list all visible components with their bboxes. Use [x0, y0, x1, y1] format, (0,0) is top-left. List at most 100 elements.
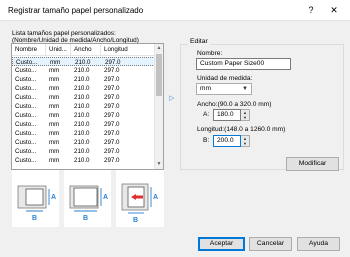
- list-item[interactable]: Custo... mm 210.0 297.0: [12, 75, 155, 84]
- list-scrollbar[interactable]: ▲ ▼: [154, 44, 163, 169]
- unit-select[interactable]: mm ▼: [196, 83, 252, 95]
- modify-button[interactable]: Modificar: [286, 157, 339, 171]
- spin-down-icon[interactable]: ▼: [241, 115, 249, 120]
- cell-length: 297.0: [104, 121, 120, 128]
- cell-width: 210.0: [74, 67, 90, 74]
- help-button[interactable]: Ayuda: [297, 237, 340, 251]
- cell-length: 297.0: [104, 76, 120, 83]
- cell-unit: mm: [49, 76, 60, 83]
- scroll-down-icon[interactable]: ▼: [155, 160, 163, 169]
- list-item[interactable]: Custo... mm 210.0 297.0: [12, 93, 155, 102]
- unit-select-value: mm: [200, 85, 211, 92]
- length-range-label: Longitud:(148.0 a 1260.0 mm): [197, 126, 286, 133]
- cell-name: Custo...: [15, 139, 37, 146]
- cell-name: Custo...: [15, 148, 37, 155]
- list-item[interactable]: Custo... mm 210.0 297.0: [12, 129, 155, 138]
- column-header-unit[interactable]: Unid...: [46, 44, 71, 56]
- column-header-width[interactable]: Ancho: [71, 44, 101, 56]
- cell-length: 297.0: [104, 130, 120, 137]
- cell-unit: mm: [49, 157, 60, 164]
- list-item[interactable]: Custo... mm 210.0 297.0: [12, 57, 155, 66]
- cell-name: Custo...: [15, 67, 37, 74]
- cell-name: Custo...: [15, 76, 37, 83]
- transfer-arrow-icon: ▷: [169, 95, 175, 102]
- edit-group-legend: Editar: [188, 38, 210, 45]
- cell-length: 297.0: [104, 157, 120, 164]
- cell-length: 297.0: [104, 85, 120, 92]
- unit-label: Unidad de medida:: [197, 75, 253, 82]
- cell-unit: mm: [49, 148, 60, 155]
- list-item[interactable]: Custo... mm 210.0 297.0: [12, 102, 155, 111]
- list-item[interactable]: Custo... mm 210.0 297.0: [12, 156, 155, 165]
- cell-unit: mm: [49, 130, 60, 137]
- spin-down-icon[interactable]: ▼: [241, 141, 249, 146]
- custom-size-list[interactable]: Nombre Unid... Ancho Longitud Custo... mm…: [11, 43, 164, 170]
- cell-name: Custo...: [15, 130, 37, 137]
- cell-length: 297.0: [104, 139, 120, 146]
- length-prefix-label: B:: [203, 137, 210, 144]
- cell-unit: mm: [49, 67, 60, 74]
- cell-width: 210.0: [74, 103, 90, 110]
- cell-name: Custo...: [15, 103, 37, 110]
- scroll-thumb[interactable]: [156, 54, 162, 96]
- width-prefix-label: A:: [203, 111, 210, 118]
- list-caption: Lista tamaños papel personalizados: (Nom…: [12, 30, 172, 44]
- title-bar: Registrar tamaño papel personalizado ? ✕: [0, 0, 350, 20]
- cell-length: 297.0: [104, 103, 120, 110]
- help-title-button[interactable]: ?: [304, 4, 318, 16]
- cell-name: Custo...: [15, 112, 37, 119]
- cell-unit: mm: [49, 112, 60, 119]
- label-b-3: B: [133, 217, 138, 224]
- scroll-up-icon[interactable]: ▲: [155, 44, 163, 53]
- cancel-button[interactable]: Cancelar: [249, 237, 292, 251]
- cell-name: Custo...: [15, 121, 37, 128]
- chevron-down-icon: ▼: [242, 86, 248, 92]
- name-field[interactable]: Custom Paper Size00: [196, 58, 291, 70]
- length-spinner[interactable]: ▲ ▼: [241, 135, 250, 147]
- dialog-body: Lista tamaños papel personalizados: (Nom…: [0, 20, 350, 257]
- column-header-name[interactable]: Nombre: [12, 44, 46, 56]
- cell-width: 210.0: [74, 76, 90, 83]
- width-range-label: Ancho:(90.0 a 320.0 mm): [197, 101, 272, 108]
- cell-width: 210.0: [74, 94, 90, 101]
- cell-length: 297.0: [104, 148, 120, 155]
- label-a-1: A: [51, 194, 56, 201]
- cell-length: 297.0: [104, 112, 120, 119]
- cell-length: 297.0: [104, 94, 120, 101]
- cell-width: 210.0: [74, 157, 90, 164]
- name-label: Nombre:: [197, 50, 223, 57]
- cell-width: 210.0: [74, 148, 90, 155]
- cell-width: 210.0: [74, 112, 90, 119]
- cell-unit: mm: [49, 85, 60, 92]
- cell-name: Custo...: [15, 157, 37, 164]
- cell-unit: mm: [49, 103, 60, 110]
- cell-unit: mm: [49, 139, 60, 146]
- label-a-2: A: [103, 194, 108, 201]
- accept-button[interactable]: Aceptar: [198, 237, 245, 251]
- close-button[interactable]: ✕: [327, 4, 341, 16]
- cell-name: Custo...: [15, 94, 37, 101]
- cell-width: 210.0: [74, 130, 90, 137]
- list-item[interactable]: Custo... mm 210.0 297.0: [12, 120, 155, 129]
- list-item[interactable]: Custo... mm 210.0 297.0: [12, 147, 155, 156]
- length-input[interactable]: 200.0: [213, 135, 241, 147]
- column-header-length[interactable]: Longitud: [101, 44, 155, 56]
- cell-length: 297.0: [104, 67, 120, 74]
- label-b-2: B: [83, 215, 88, 222]
- width-spinner[interactable]: ▲ ▼: [241, 109, 250, 121]
- list-item[interactable]: Custo... mm 210.0 297.0: [12, 111, 155, 120]
- width-input[interactable]: 180.0: [213, 109, 241, 121]
- cell-unit: mm: [49, 121, 60, 128]
- paper-orientation-illustration: A B A B A B: [12, 170, 164, 227]
- label-b-1: B: [32, 215, 37, 222]
- list-item[interactable]: Custo... mm 210.0 297.0: [12, 66, 155, 75]
- list-header: Nombre Unid... Ancho Longitud: [12, 44, 155, 56]
- list-item[interactable]: Custo... mm 210.0 297.0: [12, 138, 155, 147]
- cell-width: 210.0: [74, 121, 90, 128]
- list-item[interactable]: Custo... mm 210.0 297.0: [12, 84, 155, 93]
- cell-unit: mm: [49, 94, 60, 101]
- cell-width: 210.0: [74, 139, 90, 146]
- cell-name: Custo...: [15, 85, 37, 92]
- cell-width: 210.0: [74, 85, 90, 92]
- window-title: Registrar tamaño papel personalizado: [8, 6, 144, 15]
